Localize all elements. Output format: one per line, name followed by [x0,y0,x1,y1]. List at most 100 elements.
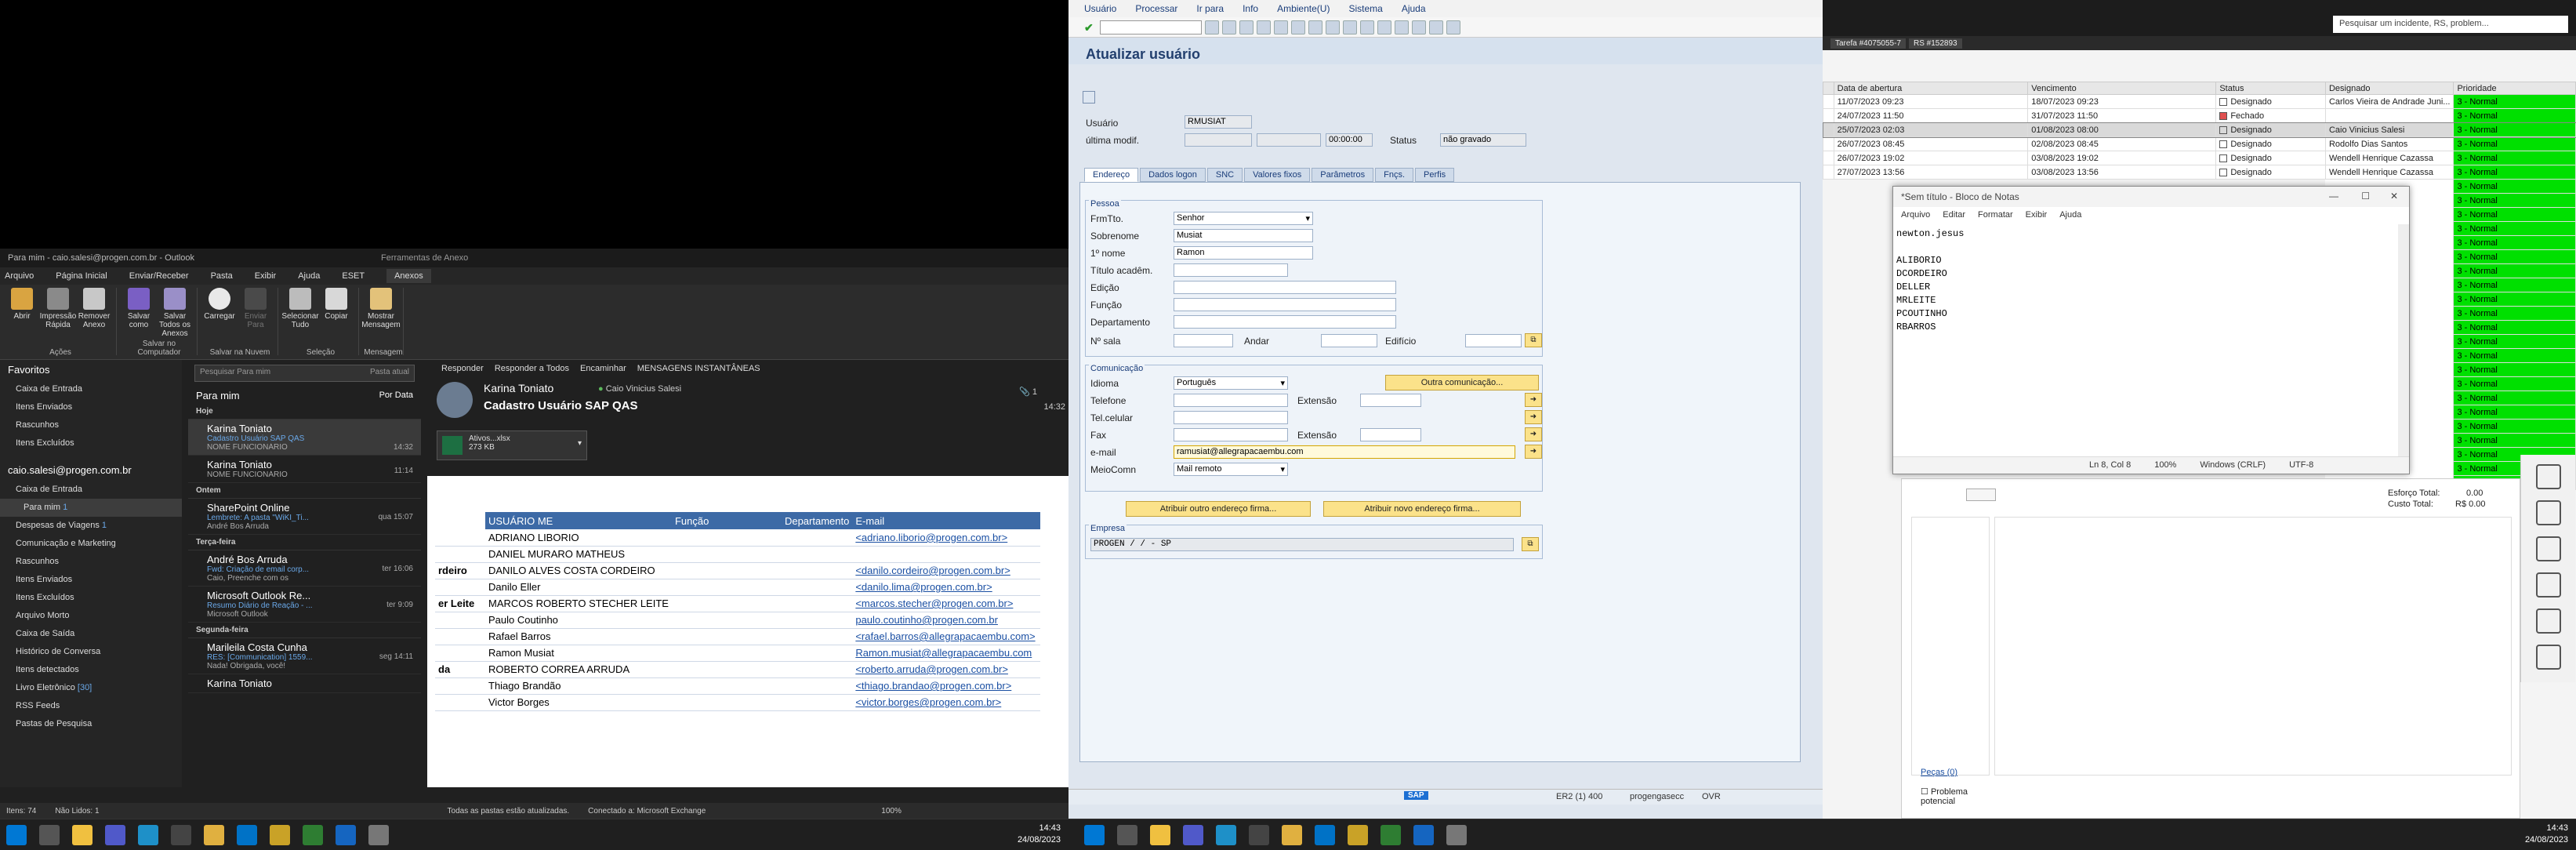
mostrar-mensagem-button[interactable]: Mostrar Mensagem [361,288,401,355]
row-email[interactable]: Ramon.musiat@allegrapacaembu.com [852,645,1041,662]
folder-despesas[interactable]: Despesas de Viagens 1 [0,517,182,535]
notepad-icon[interactable] [368,824,389,845]
search-icon[interactable] [1117,824,1137,845]
menu-processar[interactable]: Processar [1135,3,1177,14]
problema-checkbox[interactable]: ☐ Problema potencial [1921,786,1983,806]
tab-funcoes[interactable]: Fnçs. [1375,168,1414,182]
edificio-field[interactable] [1465,334,1522,347]
tab-parametros[interactable]: Parâmetros [1312,168,1374,182]
col-prioridade[interactable]: Prioridade [2453,82,2576,95]
search-icon[interactable] [39,824,60,845]
save-icon[interactable] [1205,20,1219,35]
teams-icon[interactable] [105,824,125,845]
copiar-button[interactable]: Copiar [319,288,354,355]
tab-pasta[interactable]: Pasta [211,271,233,281]
next-page-icon[interactable] [1360,20,1374,35]
clock[interactable]: 14:43 24/08/2023 [1018,823,1061,846]
tab-eset[interactable]: ESET [342,271,365,281]
row-email[interactable]: <danilo.cordeiro@progen.com.br> [852,562,1041,579]
star-icon[interactable] [2535,645,2561,670]
edge-icon[interactable] [1216,824,1236,845]
menu-ajuda[interactable]: Ajuda [2059,210,2081,220]
app-icon[interactable] [336,824,356,845]
message-item[interactable]: André Bos Arruda Fwd: Criação de email c… [188,550,421,587]
windows-start-icon[interactable] [1084,824,1105,845]
menu-usuario[interactable]: Usuário [1084,3,1116,14]
menu-arquivo[interactable]: Arquivo [1901,210,1930,220]
row-email[interactable]: <rafael.barros@allegrapacaembu.com> [852,628,1041,645]
company-lookup-icon[interactable]: ⧉ [1522,537,1539,551]
tab-anexos[interactable]: Anexos [386,269,431,283]
first-page-icon[interactable] [1326,20,1340,35]
edge-icon[interactable] [138,824,158,845]
message-item[interactable]: Marileila Costa Cunha RES: [Communicatio… [188,638,421,674]
col-vencimento[interactable]: Vencimento [2027,82,2217,95]
app-icon[interactable] [303,824,323,845]
departamento-field[interactable] [1174,315,1396,329]
outra-comunicacao-button[interactable]: Outra comunicação... [1385,375,1539,390]
save-icon[interactable] [2535,464,2561,489]
clock[interactable]: 14:43 24/08/2023 [2525,823,2568,846]
layout-icon[interactable] [1446,20,1460,35]
sender-name[interactable]: Karina Toniato [484,382,553,394]
enviar-para-button[interactable]: Enviar Para [238,288,273,355]
menu-sistema[interactable]: Sistema [1348,3,1382,14]
message-item[interactable]: SharePoint Online Lembrete: A pasta "WiK… [188,499,421,535]
reply-button[interactable]: Responder [441,364,484,373]
folder-pastas-pesquisa[interactable]: Pastas de Pesquisa [0,715,182,733]
row-email[interactable] [852,546,1041,563]
app-icon[interactable] [270,824,290,845]
outlook-icon[interactable] [237,824,257,845]
folder-caixa-saida[interactable]: Caixa de Saída [0,625,182,643]
titulo-field[interactable] [1174,263,1288,277]
refresh-icon[interactable] [2535,536,2561,561]
copy-icon[interactable] [2535,608,2561,634]
meio-select[interactable]: Mail remoto ▾ [1174,463,1288,476]
menu-ambiente[interactable]: Ambiente(U) [1277,3,1330,14]
tab-tarefa[interactable]: Tarefa #4075055-7 [1830,38,1906,49]
sobrenome-field[interactable]: Musiat [1174,229,1313,242]
celular-field[interactable] [1174,411,1288,424]
tab-snc[interactable]: SNC [1206,168,1243,182]
sap-logon-icon[interactable] [204,824,224,845]
notepad-icon[interactable] [1446,824,1467,845]
outlook-icon[interactable] [1315,824,1335,845]
idioma-select[interactable]: Português ▾ [1174,376,1288,390]
menu-info[interactable]: Info [1243,3,1258,14]
forward-button[interactable]: Encaminhar [580,364,626,373]
row-email[interactable]: <victor.borges@progen.com.br> [852,694,1041,711]
col-status[interactable]: Status [2215,82,2326,95]
selecionar-tudo-button[interactable]: Selecionar Tudo [281,288,319,355]
tab-enviar-receber[interactable]: Enviar/Receber [129,271,189,281]
search-input[interactable]: Pesquisar Para mim Pasta atual [194,365,415,382]
col-designado[interactable]: Designado [2324,82,2454,95]
file-explorer-icon[interactable] [72,824,93,845]
input-mode[interactable]: OVR [1702,792,1721,801]
message-item[interactable]: Karina Toniato [188,674,421,693]
telefone-field[interactable] [1174,394,1288,407]
ticket-row[interactable]: 11/07/2023 09:23 18/07/2023 09:23 Designad… [1823,94,2576,109]
row-email[interactable]: <danilo.lima@progen.com.br> [852,579,1041,596]
extensao-field[interactable] [1360,394,1421,407]
zoom-level[interactable]: 100% [881,807,902,815]
new-session-icon[interactable] [1395,20,1409,35]
message-item[interactable]: Microsoft Outlook Re... Resumo Diário de… [188,587,421,623]
terminal-icon[interactable] [171,824,191,845]
minimize-icon[interactable]: — [2329,191,2338,202]
app-icon[interactable] [1381,824,1401,845]
arrow-right-icon[interactable]: ➜ [1525,410,1542,424]
find-icon[interactable] [1291,20,1305,35]
menu-exibir[interactable]: Exibir [2026,210,2048,220]
exit-icon[interactable] [1239,20,1254,35]
folder-rss[interactable]: RSS Feeds [0,697,182,715]
vertical-scrollbar[interactable] [2398,224,2409,456]
folder-caixa-entrada[interactable]: Caixa de Entrada [0,481,182,499]
ticket-search-input[interactable]: Pesquisar um incidente, RS, problem... [2333,16,2568,33]
email-field[interactable]: ramusiat@allegrapacaembu.com [1174,445,1515,459]
app-icon[interactable] [1413,824,1434,845]
extensao-fax-field[interactable] [1360,428,1421,441]
notepad-text-area[interactable]: newton.jesus ALIBORIO DCORDEIRO DELLER M… [1893,224,2400,456]
account-header[interactable]: caio.salesi@progen.com.br [0,460,182,481]
ticket-row[interactable]: 26/07/2023 19:02 03/08/2023 19:02 Designad… [1823,151,2576,165]
command-field[interactable] [1100,20,1202,35]
